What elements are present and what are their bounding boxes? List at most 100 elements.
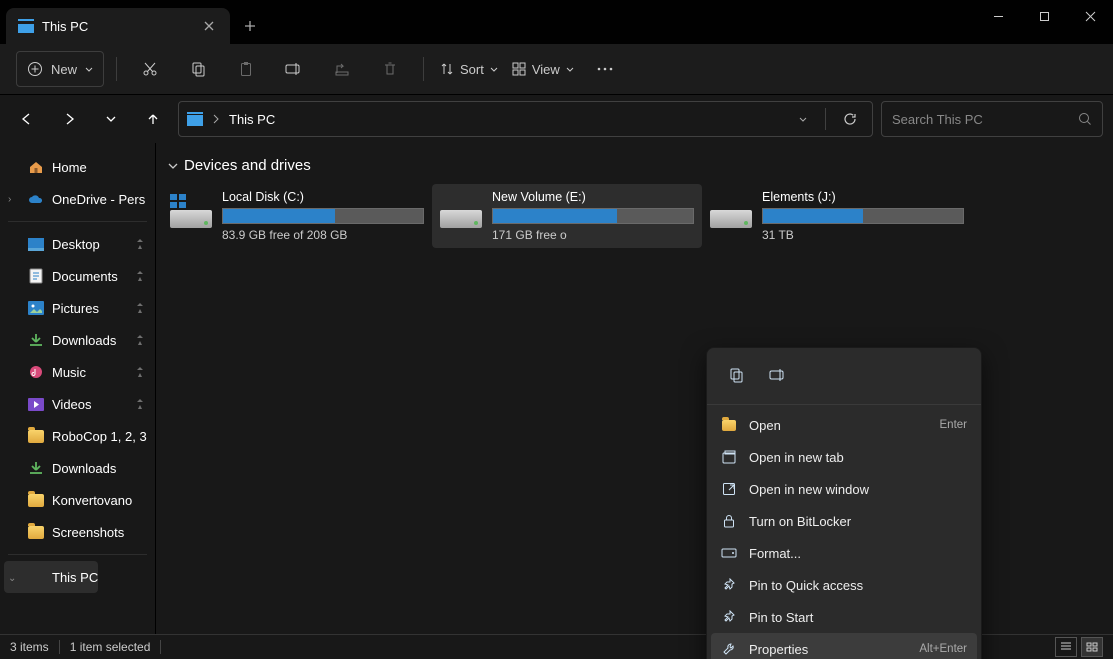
music-icon (28, 364, 44, 380)
menu-item-label: Open in new tab (749, 450, 967, 465)
folder-icon (28, 524, 44, 540)
sidebar-item-label: Pictures (52, 301, 99, 316)
accelerator: Enter (940, 419, 968, 431)
menu-item-label: Open in new window (749, 482, 967, 497)
close-window-button[interactable] (1067, 0, 1113, 32)
sidebar-item-robocop-1-2-3[interactable]: RoboCop 1, 2, 3 (0, 420, 155, 452)
chevron-down-icon[interactable] (799, 117, 807, 122)
refresh-button[interactable] (836, 112, 864, 126)
wrench-icon (721, 641, 737, 657)
menu-format-[interactable]: Format... (707, 537, 981, 569)
sort-icon (440, 62, 454, 76)
monitor-icon (28, 570, 44, 584)
context-menu-quick-icons (707, 354, 981, 400)
drive-icon (721, 545, 737, 561)
sidebar-item-screenshots[interactable]: Screenshots (0, 516, 155, 548)
drive-free-text: 171 GB free o (492, 228, 694, 242)
pin-icon (135, 270, 145, 282)
desktop-icon (28, 236, 44, 252)
menu-item-label: Pin to Start (749, 610, 967, 625)
chevron-down-icon (168, 161, 178, 171)
maximize-button[interactable] (1021, 0, 1067, 32)
menu-properties[interactable]: Properties Alt+Enter (711, 633, 977, 659)
drive-item[interactable]: Local Disk (C:) 83.9 GB free of 208 GB (162, 184, 432, 248)
menu-pin-to-quick-access[interactable]: Pin to Quick access (707, 569, 981, 601)
up-button[interactable] (136, 102, 170, 136)
sidebar-this-pc[interactable]: This PC (4, 561, 98, 593)
rename-icon (285, 61, 303, 77)
menu-item-label: Turn on BitLocker (749, 514, 967, 529)
drive-free-text: 83.9 GB free of 208 GB (222, 228, 424, 242)
lock-icon (721, 513, 737, 529)
sidebar-item-downloads[interactable]: Downloads (0, 324, 155, 356)
forward-button[interactable] (52, 102, 86, 136)
drive-item[interactable]: New Volume (E:) 171 GB free o (432, 184, 702, 248)
pin-icon (135, 334, 145, 346)
share-button[interactable] (321, 52, 363, 86)
search-icon (1078, 112, 1092, 126)
sort-button[interactable]: Sort (436, 52, 502, 86)
trash-icon (382, 61, 398, 77)
minimize-button[interactable] (975, 0, 1021, 32)
tab-this-pc[interactable]: This PC (6, 8, 230, 44)
sidebar-item-pictures[interactable]: Pictures (0, 292, 155, 324)
new-tab-button[interactable] (230, 8, 270, 44)
details-view-button[interactable] (1055, 637, 1077, 657)
menu-open-in-new-window[interactable]: Open in new window (707, 473, 981, 505)
usage-bar (222, 208, 424, 224)
share-icon (334, 61, 350, 77)
usage-bar (492, 208, 694, 224)
cut-button[interactable] (129, 52, 171, 86)
breadcrumb[interactable]: This PC (229, 112, 275, 127)
tiles-view-button[interactable] (1081, 637, 1103, 657)
accelerator: Alt+Enter (919, 643, 967, 655)
menu-turn-on-bitlocker[interactable]: Turn on BitLocker (707, 505, 981, 537)
copy-icon (728, 367, 744, 383)
menu-item-label: Properties (749, 642, 907, 657)
plus-circle-icon (27, 61, 43, 77)
drive-item[interactable]: Elements (J:) 31 TB (702, 184, 972, 248)
close-tab-icon[interactable] (200, 17, 218, 35)
menu-pin-to-start[interactable]: Pin to Start (707, 601, 981, 633)
home-icon (28, 159, 44, 175)
drive-icon (170, 190, 212, 228)
navigation-bar: This PC Search This PC (0, 95, 1113, 143)
search-box[interactable]: Search This PC (881, 101, 1103, 137)
sidebar-item-documents[interactable]: Documents (0, 260, 155, 292)
address-bar[interactable]: This PC (178, 101, 873, 137)
sidebar-item-konvertovano[interactable]: Konvertovano (0, 484, 155, 516)
folder-icon (28, 428, 44, 444)
pictures-icon (28, 300, 44, 316)
copy-button[interactable] (721, 360, 751, 390)
history-dropdown[interactable] (94, 102, 128, 136)
chevron-down-icon (566, 67, 574, 72)
drive-name: New Volume (E:) (492, 190, 694, 204)
sidebar-item-label: Downloads (52, 333, 116, 348)
group-header[interactable]: Devices and drives (162, 153, 1113, 178)
chevron-right-icon[interactable]: › (8, 194, 11, 205)
rename-button[interactable] (273, 52, 315, 86)
menu-item-label: Pin to Quick access (749, 578, 967, 593)
menu-item-label: Format... (749, 546, 967, 561)
newtab-icon (721, 449, 737, 465)
rename-button[interactable] (763, 360, 793, 390)
sidebar-item-videos[interactable]: Videos (0, 388, 155, 420)
pin-icon (721, 609, 737, 625)
back-button[interactable] (10, 102, 44, 136)
new-button[interactable]: New (16, 51, 104, 87)
sidebar-onedrive[interactable]: OneDrive - Pers (0, 183, 145, 215)
sidebar-item-desktop[interactable]: Desktop (0, 228, 155, 260)
chevron-down-icon[interactable]: ⌄ (8, 573, 16, 584)
more-button[interactable] (584, 52, 626, 86)
sidebar-item-downloads[interactable]: Downloads (0, 452, 155, 484)
sidebar-home[interactable]: Home (0, 151, 87, 183)
menu-open-in-new-tab[interactable]: Open in new tab (707, 441, 981, 473)
copy-button[interactable] (177, 52, 219, 86)
paste-button[interactable] (225, 52, 267, 86)
view-button[interactable]: View (508, 52, 578, 86)
folder-icon (721, 417, 737, 433)
sidebar-item-music[interactable]: Music (0, 356, 155, 388)
menu-open[interactable]: Open Enter (707, 409, 981, 441)
window-controls (975, 0, 1113, 32)
delete-button[interactable] (369, 52, 411, 86)
